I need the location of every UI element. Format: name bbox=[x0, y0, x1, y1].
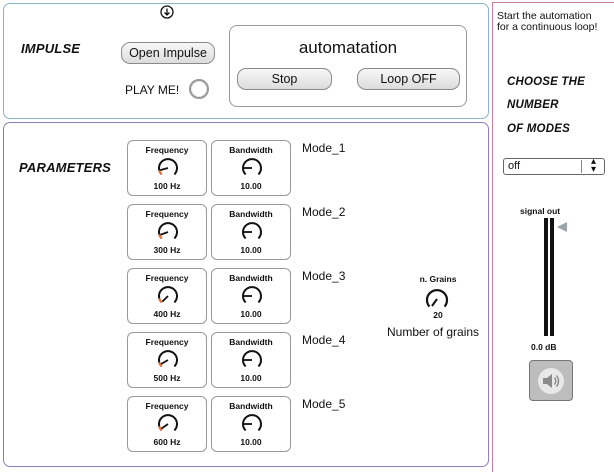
mode-label: Mode_4 bbox=[302, 333, 346, 347]
intro-line-2: for a continuous loop! bbox=[497, 21, 598, 33]
grains-value: 20 bbox=[433, 310, 443, 320]
bandwidth-dial[interactable] bbox=[240, 412, 264, 436]
frequency-card: Frequency 600 Hz bbox=[127, 396, 207, 452]
dial-value: 10.00 bbox=[240, 309, 262, 319]
parameters-panel: PARAMETERS Frequency 100 Hz Bandwidth 10.00… bbox=[3, 122, 489, 467]
mode-label: Mode_2 bbox=[302, 205, 346, 219]
db-value: 0.0 dB bbox=[531, 342, 557, 352]
bandwidth-card: Bandwidth 10.00 bbox=[211, 140, 291, 196]
bandwidth-dial[interactable] bbox=[240, 220, 264, 244]
impulse-panel: IMPULSE Open Impulse PLAY ME! automatati… bbox=[3, 3, 489, 119]
dial-title: Bandwidth bbox=[229, 273, 273, 283]
frequency-card: Frequency 400 Hz bbox=[127, 268, 207, 324]
frequency-card: Frequency 100 Hz bbox=[127, 140, 207, 196]
modes-menu[interactable]: off ▴ ▾ bbox=[503, 156, 605, 175]
dial-title: Bandwidth bbox=[229, 145, 273, 155]
grains-caption: Number of grains bbox=[387, 325, 480, 339]
mode-label: Mode_5 bbox=[302, 397, 346, 411]
play-me-label: PLAY ME! bbox=[125, 83, 180, 97]
loop-toggle-button[interactable]: Loop OFF bbox=[357, 68, 460, 90]
modes-menu-value: off bbox=[508, 160, 521, 172]
dial-title: Frequency bbox=[145, 209, 189, 219]
dial-value: 10.00 bbox=[240, 181, 262, 191]
dial-value: 300 Hz bbox=[153, 245, 181, 255]
speaker-icon bbox=[538, 368, 564, 394]
grains-title: n. Grains bbox=[419, 274, 457, 284]
meter-right bbox=[550, 218, 554, 336]
dac-button[interactable] bbox=[529, 360, 573, 401]
automation-box: automatation Stop Loop OFF bbox=[229, 25, 467, 107]
menu-arrows-icon: ▴ ▾ bbox=[590, 156, 596, 175]
bandwidth-card: Bandwidth 10.00 bbox=[211, 268, 291, 324]
bandwidth-card: Bandwidth 10.00 bbox=[211, 332, 291, 388]
dial-value: 100 Hz bbox=[153, 181, 181, 191]
impulse-heading: IMPULSE bbox=[21, 41, 81, 56]
dial-value: 500 Hz bbox=[153, 373, 181, 383]
mode-label: Mode_3 bbox=[302, 269, 346, 283]
grains-dial[interactable] bbox=[423, 285, 451, 313]
intro-text: Start the automation for a continuous lo… bbox=[497, 11, 597, 33]
dial-title: Bandwidth bbox=[229, 209, 273, 219]
bandwidth-card: Bandwidth 10.00 bbox=[211, 204, 291, 260]
frequency-card: Frequency 300 Hz bbox=[127, 204, 207, 260]
bandwidth-dial[interactable] bbox=[240, 348, 264, 372]
dial-title: Bandwidth bbox=[229, 337, 273, 347]
choose-line-1: CHOOSE THE bbox=[507, 76, 586, 88]
dial-title: Frequency bbox=[145, 337, 189, 347]
dial-value: 600 Hz bbox=[153, 437, 181, 447]
bandwidth-dial[interactable] bbox=[240, 156, 264, 180]
frequency-dial[interactable] bbox=[156, 348, 180, 372]
choose-line-3: OF MODES bbox=[507, 123, 570, 135]
dial-value: 10.00 bbox=[240, 373, 262, 383]
choose-line-2: NUMBER bbox=[507, 99, 559, 111]
menu-divider bbox=[581, 160, 582, 173]
dial-title: Frequency bbox=[145, 401, 189, 411]
dial-value: 10.00 bbox=[240, 437, 262, 447]
bandwidth-dial[interactable] bbox=[240, 284, 264, 308]
dial-title: Frequency bbox=[145, 273, 189, 283]
parameters-heading: PARAMETERS bbox=[19, 160, 112, 175]
dial-value: 10.00 bbox=[240, 245, 262, 255]
dial-title: Bandwidth bbox=[229, 401, 273, 411]
frequency-dial[interactable] bbox=[156, 220, 180, 244]
bandwidth-card: Bandwidth 10.00 bbox=[211, 396, 291, 452]
signal-out-label: signal out bbox=[520, 206, 561, 216]
stop-button[interactable]: Stop bbox=[237, 68, 332, 90]
frequency-card: Frequency 500 Hz bbox=[127, 332, 207, 388]
circle-down-arrow-icon[interactable] bbox=[159, 4, 175, 20]
dial-value: 400 Hz bbox=[153, 309, 181, 319]
gain-slider-icon[interactable] bbox=[556, 221, 568, 233]
open-impulse-button[interactable]: Open Impulse bbox=[121, 42, 215, 64]
frequency-dial[interactable] bbox=[156, 412, 180, 436]
dial-title: Frequency bbox=[145, 145, 189, 155]
mode-label: Mode_1 bbox=[302, 141, 346, 155]
frequency-dial[interactable] bbox=[156, 156, 180, 180]
play-toggle[interactable] bbox=[189, 79, 209, 99]
meter-left bbox=[544, 218, 548, 336]
frequency-dial[interactable] bbox=[156, 284, 180, 308]
automation-title: automatation bbox=[298, 38, 398, 57]
